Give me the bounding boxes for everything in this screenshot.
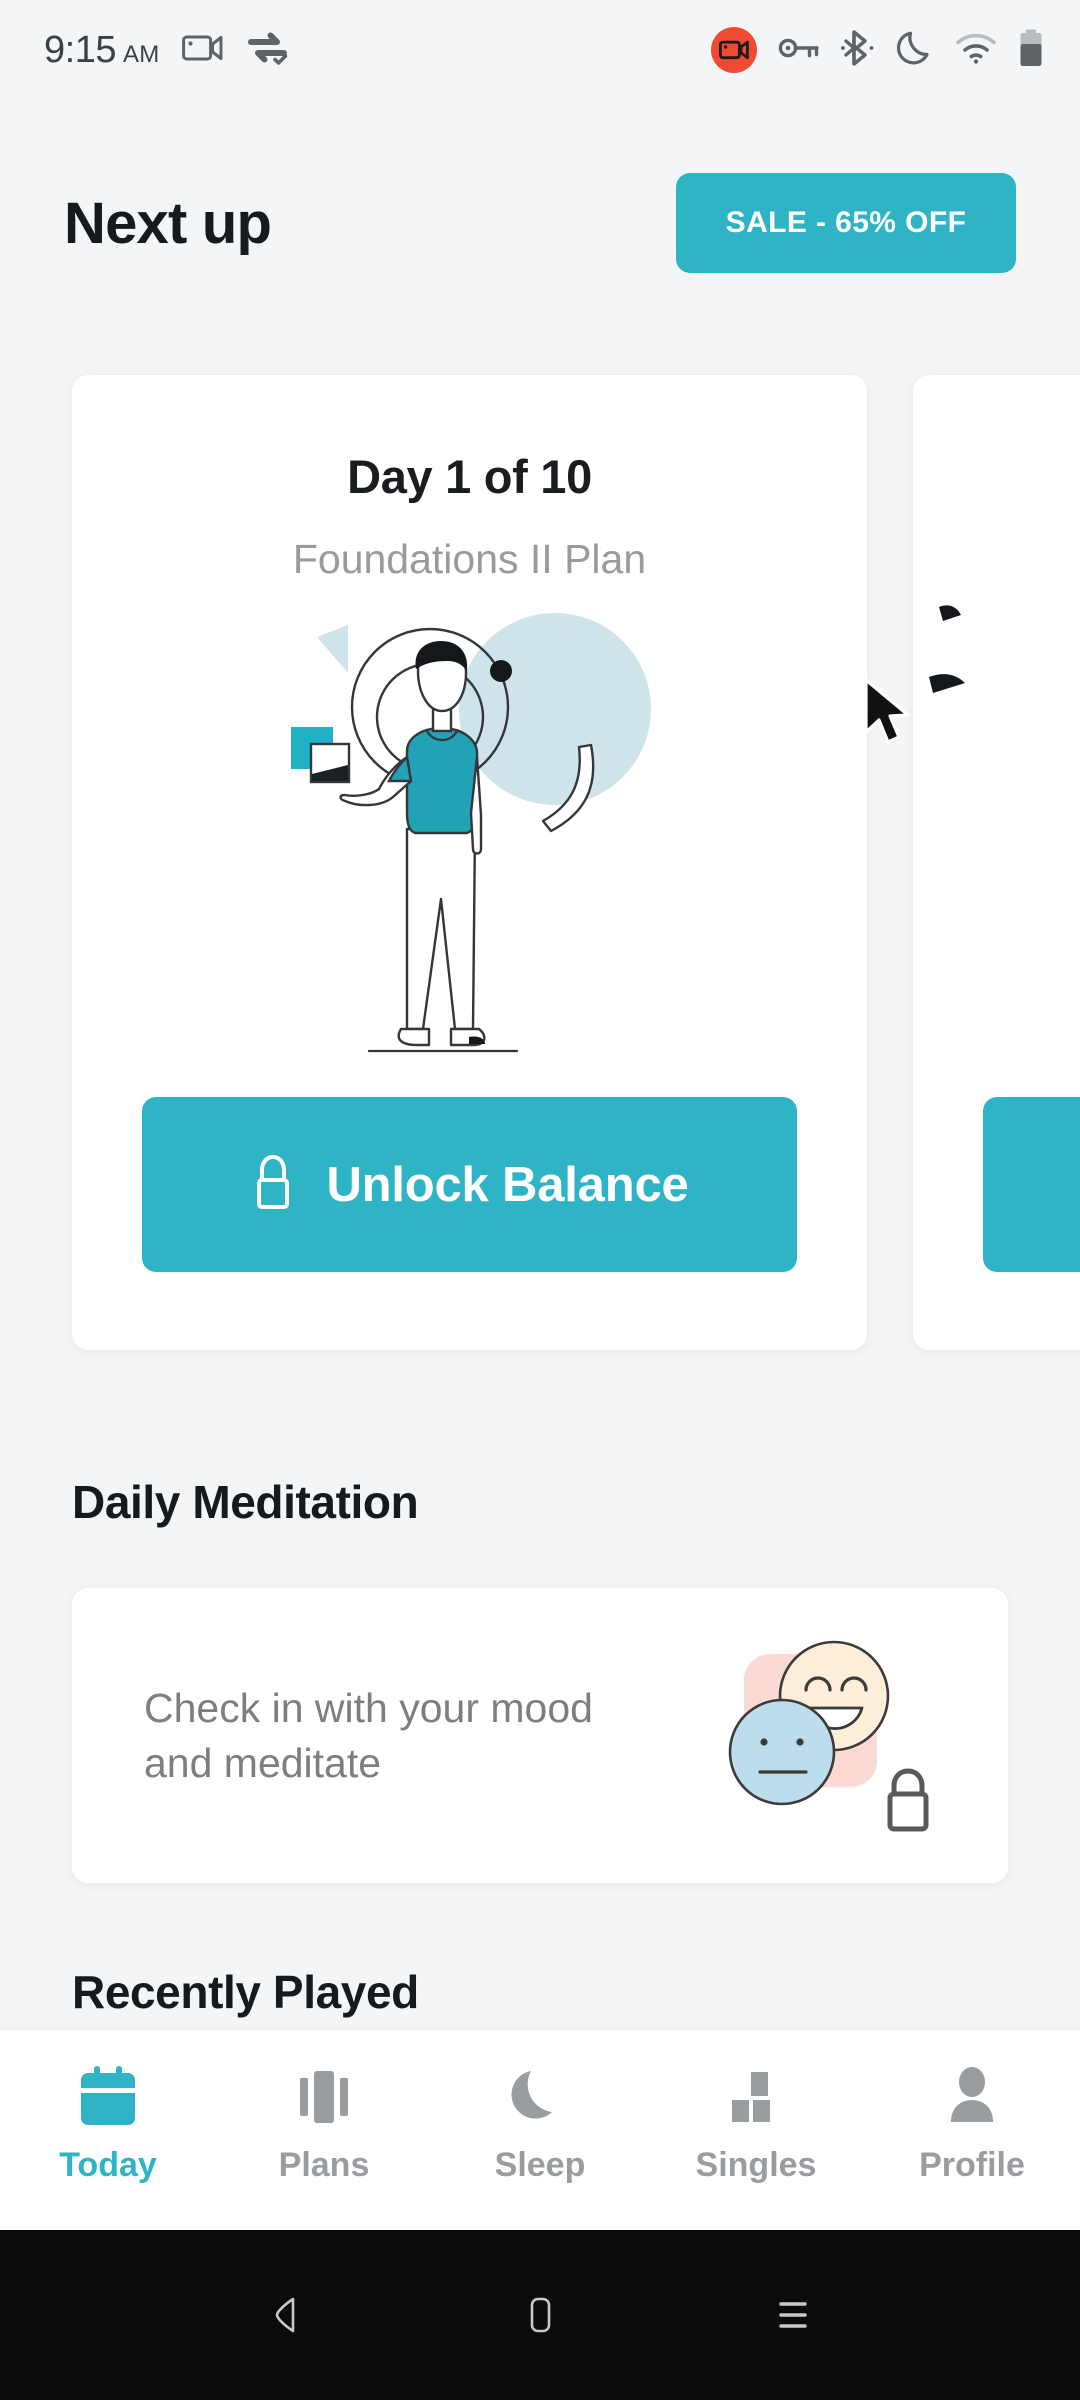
home-rounded-rect-icon[interactable] bbox=[480, 2289, 600, 2341]
android-nav-bar[interactable] bbox=[0, 2230, 1080, 2400]
tab-plans-label: Plans bbox=[278, 2146, 370, 2184]
back-triangle-icon[interactable] bbox=[227, 2289, 347, 2341]
tab-singles-label: Singles bbox=[695, 2146, 817, 2184]
tab-sleep[interactable]: Sleep bbox=[432, 2030, 648, 2185]
person-icon bbox=[941, 2062, 1003, 2132]
tab-today-label: Today bbox=[59, 2146, 157, 2184]
lock-icon bbox=[887, 1768, 929, 1832]
blocks-icon bbox=[725, 2062, 787, 2132]
section-title-daily-meditation: Daily Meditation bbox=[72, 1476, 419, 1528]
status-ampm: AM bbox=[122, 40, 160, 68]
tab-singles[interactable]: Singles bbox=[648, 2030, 864, 2185]
tab-plans[interactable]: Plans bbox=[216, 2030, 432, 2185]
battery-icon bbox=[1018, 29, 1044, 72]
calendar-icon bbox=[77, 2062, 139, 2132]
status-clock: 9:15 AM bbox=[44, 29, 160, 72]
columns-icon bbox=[293, 2062, 355, 2132]
data-transfer-icon bbox=[246, 31, 290, 70]
page-header: Next up SALE - 65% OFF bbox=[0, 148, 1080, 298]
plan-carousel[interactable]: Day 1 of 10 Foundations II Plan Unlock B… bbox=[0, 375, 1080, 1350]
moon-icon bbox=[509, 2062, 571, 2132]
unlock-balance-label: Unlock Balance bbox=[326, 1157, 689, 1212]
plan-card[interactable]: Day 1 of 10 Foundations II Plan Unlock B… bbox=[72, 375, 867, 1350]
tab-profile[interactable]: Profile bbox=[864, 2030, 1080, 2185]
page-title: Next up bbox=[64, 190, 272, 256]
lock-icon bbox=[250, 1154, 296, 1215]
status-bar-left: 9:15 AM bbox=[44, 29, 290, 72]
daily-meditation-card[interactable]: Check in with your mood and meditate bbox=[72, 1588, 1008, 1883]
sale-button[interactable]: SALE - 65% OFF bbox=[676, 173, 1016, 273]
tab-today[interactable]: Today bbox=[0, 2030, 216, 2185]
person-meditating-illustration bbox=[72, 599, 867, 1069]
plan-card-title: Day 1 of 10 bbox=[347, 450, 592, 503]
plan-card-subtitle: Foundations II Plan bbox=[292, 536, 647, 582]
video-camera-icon bbox=[181, 33, 224, 68]
vpn-key-icon bbox=[778, 35, 820, 66]
bluetooth-icon bbox=[841, 29, 875, 71]
tab-sleep-label: Sleep bbox=[494, 2146, 586, 2184]
recents-lines-icon[interactable] bbox=[733, 2289, 853, 2341]
daily-meditation-text: Check in with your mood and meditate bbox=[144, 1685, 593, 1786]
wifi-icon bbox=[955, 32, 997, 69]
do-not-disturb-moon-icon bbox=[896, 29, 934, 72]
screen-record-icon bbox=[711, 27, 757, 73]
next-card-button[interactable] bbox=[983, 1097, 1080, 1272]
plan-card-next[interactable] bbox=[913, 375, 1080, 1350]
tab-profile-label: Profile bbox=[919, 2146, 1025, 2184]
status-time: 9:15 bbox=[44, 28, 116, 71]
section-title-recently-played: Recently Played bbox=[72, 1966, 419, 2018]
mood-faces-illustration bbox=[720, 1634, 950, 1844]
status-bar-right bbox=[711, 27, 1044, 73]
unlock-balance-button[interactable]: Unlock Balance bbox=[142, 1097, 797, 1272]
status-bar: 9:15 AM bbox=[0, 0, 1080, 100]
bottom-tab-bar[interactable]: Today Plans Sleep Singles Profile bbox=[0, 2030, 1080, 2230]
next-card-illustration bbox=[923, 585, 1043, 790]
